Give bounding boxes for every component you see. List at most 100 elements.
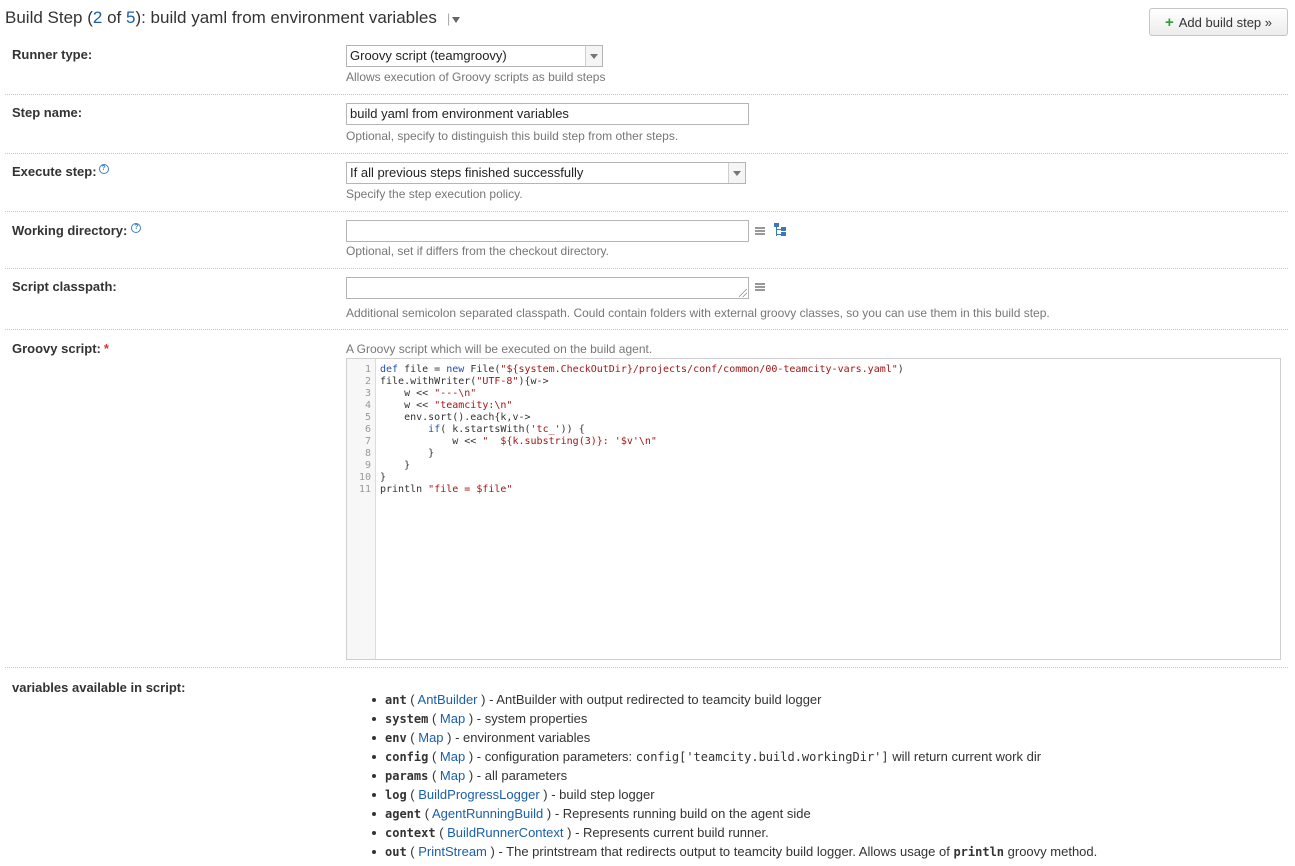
help-icon[interactable]: ?	[98, 164, 109, 174]
execute-step-select[interactable]: If all previous steps finished successfu…	[346, 162, 746, 184]
code-line: if( k.startsWith('tc_')) {	[380, 424, 1276, 436]
variable-type-link[interactable]: BuildRunnerContext	[447, 825, 563, 840]
variable-item-log: log ( BuildProgressLogger ) - build step…	[370, 785, 1097, 804]
add-build-step-button[interactable]: + Add build step »	[1149, 8, 1288, 36]
variable-name: ant	[385, 693, 407, 707]
script-classpath-textarea[interactable]	[346, 277, 749, 299]
page-title: Build Step (2 of 5): build yaml from env…	[5, 8, 437, 28]
line-number-gutter: 1 2 3 4 5 6 7 8 9 10 11	[347, 359, 376, 659]
variable-item-config: config ( Map ) - configuration parameter…	[370, 747, 1097, 766]
line-number: 2	[364, 376, 371, 387]
required-marker: *	[103, 341, 109, 356]
code-token: }	[380, 448, 435, 459]
code-line: }	[380, 472, 1276, 484]
variable-name: log	[385, 788, 407, 802]
tree-icon[interactable]	[773, 223, 787, 237]
resize-handle[interactable]	[739, 289, 747, 297]
variable-description-tail: groovy method.	[1004, 844, 1098, 859]
list-icon[interactable]	[755, 283, 765, 291]
code-token: w <<	[380, 436, 483, 447]
paren-open: (	[406, 692, 418, 707]
working-directory-input[interactable]	[346, 220, 749, 242]
runner-type-select[interactable]: Groovy script (teamgroovy)	[346, 45, 603, 67]
code-token: "${system.CheckOutDir}/projects/conf/com…	[500, 364, 898, 375]
paren-open: (	[406, 730, 419, 745]
variable-name: env	[385, 731, 407, 745]
code-token: file =	[398, 364, 447, 375]
code-line: w << "teamcity:\n"	[380, 400, 1276, 412]
variable-name: params	[385, 769, 429, 783]
working-directory-label-wrap: Working directory:?	[12, 223, 142, 238]
chevron-down-icon[interactable]	[452, 16, 461, 23]
line-number: 3	[364, 388, 371, 399]
working-directory-hint: Optional, set if differs from the checko…	[346, 244, 610, 258]
variable-item-context: context ( BuildRunnerContext ) - Represe…	[370, 823, 1097, 842]
paren-close: )	[486, 844, 495, 859]
variable-type-link[interactable]: Map	[440, 749, 465, 764]
variable-type-link[interactable]: AntBuilder	[418, 692, 478, 707]
paren-open: (	[428, 768, 440, 783]
variable-item-agent: agent ( AgentRunningBuild ) - Represents…	[370, 804, 1097, 823]
groovy-script-editor[interactable]: 1 2 3 4 5 6 7 8 9 10 11 def file = new File("${sys…	[346, 358, 1281, 660]
code-token: if	[428, 424, 441, 435]
execute-step-label: Execute step:	[12, 164, 97, 179]
paren-close: )	[465, 711, 474, 726]
chevron-down-icon[interactable]	[585, 46, 602, 66]
execute-step-value: If all previous steps finished successfu…	[350, 165, 584, 180]
code-line: env.sort().each{k,v->	[380, 412, 1276, 424]
code-token: "teamcity:\n"	[434, 400, 513, 411]
variable-item-env: env ( Map ) - environment variables	[370, 728, 1097, 747]
variable-type-link[interactable]: Map	[418, 730, 443, 745]
code-area[interactable]: def file = new File("${system.CheckOutDi…	[380, 364, 1276, 496]
code-line: println "file = $file"	[380, 484, 1276, 496]
title-suffix: ): build yaml from environment variables	[135, 8, 437, 27]
variable-description: - system properties	[473, 711, 588, 726]
code-token: )	[897, 364, 904, 375]
code-token: "---\n"	[434, 388, 477, 399]
variable-type-link[interactable]: BuildProgressLogger	[418, 787, 539, 802]
variable-type-link[interactable]: Map	[440, 768, 465, 783]
script-classpath-row: Script classpath: Additional semicolon s…	[5, 269, 1288, 330]
code-token: )) {	[560, 424, 585, 435]
list-icon[interactable]	[755, 227, 765, 235]
plus-icon: +	[1165, 13, 1174, 31]
working-directory-label: Working directory:	[12, 223, 128, 238]
step-name-hint: Optional, specify to distinguish this bu…	[346, 129, 679, 143]
code-token: "file = $file"	[428, 484, 513, 495]
add-build-step-label: Add build step »	[1178, 14, 1272, 30]
variable-description: - all parameters	[473, 768, 568, 783]
variable-name: agent	[385, 807, 422, 821]
step-current-link[interactable]: 2	[93, 8, 102, 27]
variable-item-params: params ( Map ) - all parameters	[370, 766, 1097, 785]
paren-open: (	[421, 806, 432, 821]
step-name-input[interactable]: build yaml from environment variables	[346, 103, 749, 125]
variable-type-link[interactable]: AgentRunningBuild	[432, 806, 543, 821]
paren-open: (	[435, 825, 448, 840]
script-classpath-label: Script classpath:	[12, 279, 117, 294]
paren-open: (	[428, 749, 440, 764]
variable-type-link[interactable]: Map	[440, 711, 465, 726]
code-line: w << " ${k.substring(3)}: '$v'\n"	[380, 436, 1276, 448]
header-separator: |	[446, 10, 451, 26]
paren-close: )	[443, 730, 452, 745]
variable-name: context	[385, 826, 436, 840]
chevron-down-icon[interactable]	[728, 163, 745, 183]
variable-code-example: config['teamcity.build.workingDir']	[635, 750, 889, 764]
execute-step-row: Execute step:? If all previous steps fin…	[5, 154, 1288, 212]
help-icon[interactable]: ?	[131, 223, 142, 233]
line-number: 7	[364, 436, 371, 447]
line-number: 5	[364, 412, 371, 423]
line-number: 8	[364, 448, 371, 459]
code-token: env.sort().each{k,v->	[380, 412, 531, 423]
step-name-label: Step name:	[12, 105, 83, 120]
variable-name: system	[385, 712, 429, 726]
variable-description: - environment variables	[451, 730, 591, 745]
line-number: 10	[358, 472, 371, 483]
variable-type-link[interactable]: PrintStream	[418, 844, 487, 859]
paren-open: (	[406, 787, 419, 802]
working-directory-row: Working directory:? Optional, set if dif…	[5, 212, 1288, 269]
code-token: def	[380, 364, 399, 375]
variable-description: - build step logger	[547, 787, 655, 802]
code-token: file.withWriter(	[380, 376, 477, 387]
variable-description: - Represents current build runner.	[571, 825, 769, 840]
